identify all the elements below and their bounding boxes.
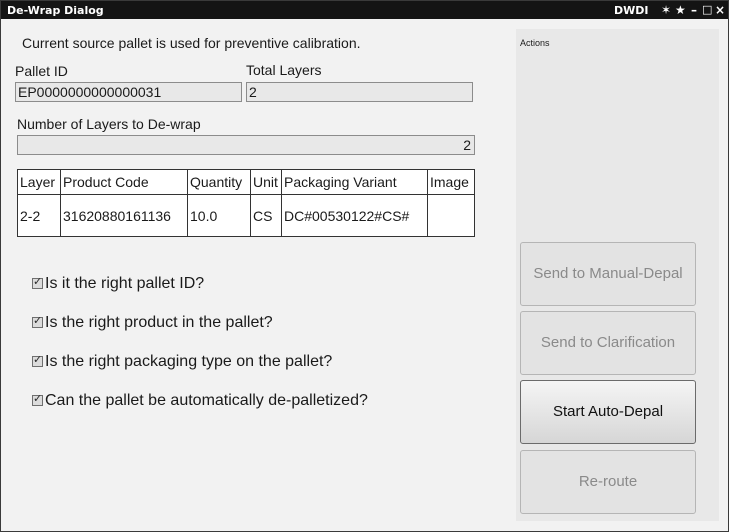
layers-to-dewrap-field[interactable]: 2 bbox=[17, 135, 475, 155]
check-product[interactable]: ✓ Is the right product in the pallet? bbox=[32, 314, 273, 332]
check-auto-depal[interactable]: ✓ Can the pallet be automatically de-pall… bbox=[32, 392, 368, 410]
check-label: Can the pallet be automatically de-palle… bbox=[45, 392, 368, 409]
layers-to-dewrap-label: Number of Layers to De-wrap bbox=[17, 116, 201, 132]
cell-image bbox=[427, 194, 475, 237]
total-layers-field[interactable]: 2 bbox=[246, 82, 473, 102]
checkmark-icon: ✓ bbox=[33, 354, 43, 366]
window-title: De-Wrap Dialog bbox=[7, 4, 104, 17]
cell-quantity: 10.0 bbox=[187, 194, 251, 237]
minimize-button[interactable]: – bbox=[691, 2, 697, 18]
dewrap-dialog-window: De-Wrap Dialog DWDI ✶ ★ – □ × Current so… bbox=[0, 0, 729, 532]
actions-title: Actions bbox=[520, 38, 550, 48]
checkmark-icon: ✓ bbox=[33, 276, 43, 288]
actions-panel: Actions Send to Manual-Depal Send to Cla… bbox=[516, 29, 719, 521]
column-header-quantity[interactable]: Quantity bbox=[187, 169, 251, 195]
checkmark-icon: ✓ bbox=[33, 393, 43, 405]
check-label: Is the right product in the pallet? bbox=[45, 314, 273, 331]
layer-table: Layer Product Code Quantity Unit Packagi… bbox=[17, 169, 475, 237]
cell-unit: CS bbox=[250, 194, 282, 237]
close-button[interactable]: × bbox=[715, 2, 725, 18]
table-header-row: Layer Product Code Quantity Unit Packagi… bbox=[17, 169, 475, 195]
cell-layer: 2-2 bbox=[17, 194, 61, 237]
title-bar[interactable]: De-Wrap Dialog DWDI ✶ ★ – □ × bbox=[1, 1, 728, 19]
column-header-product-code[interactable]: Product Code bbox=[60, 169, 188, 195]
total-layers-label: Total Layers bbox=[246, 62, 322, 78]
pallet-id-field[interactable]: EP0000000000000031 bbox=[15, 82, 242, 102]
cell-packaging-variant: DC#00530122#CS# bbox=[281, 194, 428, 237]
column-header-unit[interactable]: Unit bbox=[250, 169, 282, 195]
column-header-image[interactable]: Image bbox=[427, 169, 475, 195]
app-name: DWDI bbox=[614, 4, 649, 17]
cell-product-code: 31620880161136 bbox=[60, 194, 188, 237]
column-header-packaging-variant[interactable]: Packaging Variant bbox=[281, 169, 428, 195]
dialog-content: Current source pallet is used for preven… bbox=[1, 19, 728, 531]
info-message: Current source pallet is used for preven… bbox=[22, 35, 361, 51]
check-packaging-type[interactable]: ✓ Is the right packaging type on the pall… bbox=[32, 353, 332, 371]
check-label: Is the right packaging type on the palle… bbox=[45, 353, 333, 370]
product-checkbox[interactable]: ✓ bbox=[32, 315, 43, 328]
star-icon[interactable]: ★ bbox=[675, 2, 686, 18]
send-to-manual-depal-button[interactable]: Send to Manual-Depal bbox=[520, 242, 696, 306]
maximize-button[interactable]: □ bbox=[702, 2, 712, 18]
pallet-id-label: Pallet ID bbox=[15, 63, 68, 79]
check-label: Is it the right pallet ID? bbox=[45, 275, 205, 292]
re-route-button[interactable]: Re-route bbox=[520, 450, 696, 514]
pallet-id-checkbox[interactable]: ✓ bbox=[32, 276, 43, 289]
check-pallet-id[interactable]: ✓ Is it the right pallet ID? bbox=[32, 275, 204, 293]
checkmark-icon: ✓ bbox=[33, 315, 43, 327]
table-row[interactable]: 2-2 31620880161136 10.0 CS DC#00530122#C… bbox=[17, 194, 475, 237]
start-auto-depal-button[interactable]: Start Auto-Depal bbox=[520, 380, 696, 444]
packaging-type-checkbox[interactable]: ✓ bbox=[32, 354, 43, 367]
send-to-clarification-button[interactable]: Send to Clarification bbox=[520, 311, 696, 375]
auto-depal-checkbox[interactable]: ✓ bbox=[32, 393, 43, 406]
column-header-layer[interactable]: Layer bbox=[17, 169, 61, 195]
pin-icon[interactable]: ✶ bbox=[661, 2, 671, 18]
